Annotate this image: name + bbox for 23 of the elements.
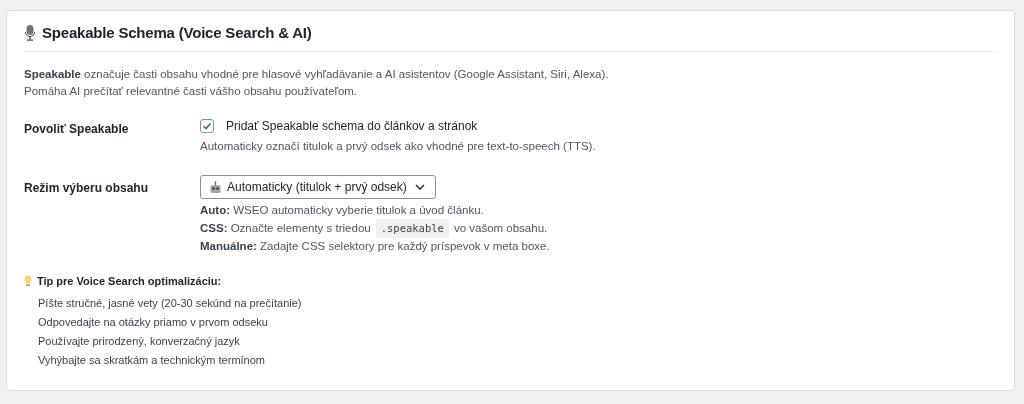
tip-item: Odpovedajte na otázky priamo v prvom odseku [38, 315, 269, 330]
help-text: vo vašom obsahu. [453, 221, 548, 236]
checkbox[interactable] [200, 119, 214, 133]
help-text: Automaticky označí titulok a prvý odsek ako vhodné pre text-to-speech (TTS). [200, 139, 596, 154]
description-text: Speakable označuje časti obsahu vhodné pre hlasové vyhľadávanie a AI asistentov (Google Assistant, Siri, Alexa). [24, 67, 610, 82]
lightbulb-icon [24, 275, 32, 287]
help-text: Auto: WSEO automaticky vyberie titulok a úvod článku. [200, 203, 484, 218]
code-snippet: .speakable [375, 219, 449, 238]
tip-item: Píšte stručné, jasné vety (20-30 sekúnd na prečítanie) [38, 296, 303, 311]
tip-heading: Tip pre Voice Search optimalizáciu: [37, 275, 222, 287]
panel-title: Speakable Schema (Voice Search & AI) [42, 24, 312, 41]
setting-label: Povoliť Speakable [24, 121, 130, 138]
help-text: CSS: Označte elementy s triedou [200, 221, 371, 236]
setting-label: Režim výberu obsahu [24, 180, 150, 197]
checkbox-label: Pridať Speakable schema do článkov a stránok [226, 119, 478, 133]
description-text: Pomáha AI prečítať relevantné časti vášho obsahu používateľom. [24, 84, 359, 99]
help-text: Manuálne: Zadajte CSS selektory pre každý príspevok v meta boxe. [200, 239, 550, 254]
content-mode-dropdown[interactable]: Automaticky (titulok + prvý odsek) [200, 175, 436, 199]
robot-icon [209, 180, 222, 194]
tip-item: Používajte prirodzený, konverzačný jazyk [38, 334, 241, 349]
chevron-down-icon [415, 184, 425, 190]
microphone-icon [24, 24, 36, 41]
tip-item: Vyhýbajte sa skratkám a technickým termínom [38, 353, 266, 368]
